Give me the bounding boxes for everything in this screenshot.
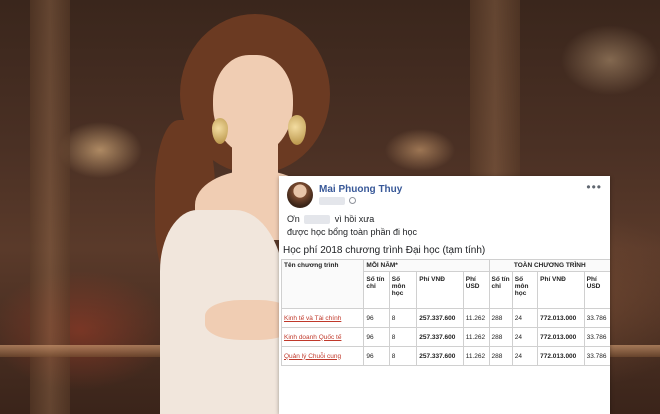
post-text-line-2: được học bổng toàn phần đi học: [287, 227, 418, 237]
avatar[interactable]: [287, 182, 313, 208]
subheader-cell: Phí USD: [462, 271, 490, 309]
blurred-timestamp: [319, 196, 345, 205]
more-options-icon[interactable]: •••: [586, 180, 602, 194]
post-text-line-1: Ơn vì hồi xưa: [287, 214, 375, 225]
table-cell: 288: [488, 308, 513, 328]
table-cell: 96: [363, 308, 390, 328]
table-cell: 8: [388, 308, 418, 328]
tuition-table: Tên chương trình MỖI NĂM* TOÀN CHƯƠNG TR…: [280, 259, 610, 366]
subheader-cell: Phí USD: [583, 271, 610, 309]
header-per-year: MỖI NĂM*: [363, 259, 490, 272]
post-text-segment: vì hồi xưa: [334, 214, 375, 224]
table-cell: 772.013.000: [537, 346, 585, 366]
subheader-cell: Số môn học: [388, 271, 418, 309]
table-row: Kinh doanh Quốc tế 96 8 257.337.600 11.2…: [280, 327, 610, 347]
globe-icon: [349, 197, 356, 204]
program-link[interactable]: Kinh doanh Quốc tế: [280, 327, 365, 347]
subheader-cell: Phí VNĐ: [416, 271, 464, 309]
table-cell: 772.013.000: [537, 308, 585, 328]
table-row: Kinh tế và Tài chính 96 8 257.337.600 11…: [280, 308, 610, 328]
subheader-cell: Số tín chỉ: [363, 271, 390, 309]
table-cell: 8: [388, 327, 418, 347]
table-cell: 257.337.600: [416, 327, 464, 347]
table-cell: 11.262: [462, 346, 490, 366]
table-cell: 24: [511, 308, 539, 328]
table-cell: 33.786: [583, 327, 610, 347]
table-cell: 288: [488, 346, 513, 366]
program-link[interactable]: Quản lý Chuỗi cung: [280, 346, 365, 366]
table-cell: 257.337.600: [416, 308, 464, 328]
subheader-cell: Phí VNĐ: [537, 271, 585, 309]
subheader-cell: Số môn học: [511, 271, 539, 309]
facebook-post-card: Mai Phuong Thuy ••• Ơn vì hồi xưa được h…: [279, 176, 610, 414]
table-cell: 257.337.600: [416, 346, 464, 366]
program-link[interactable]: Kinh tế và Tài chính: [280, 308, 365, 328]
subheader-cell: Số tín chỉ: [488, 271, 513, 309]
table-cell: 8: [388, 346, 418, 366]
header-total: TOÀN CHƯƠNG TRÌNH: [488, 259, 610, 272]
table-cell: 96: [363, 346, 390, 366]
table-header-row: Tên chương trình MỖI NĂM* TOÀN CHƯƠNG TR…: [280, 259, 610, 309]
table-cell: 96: [363, 327, 390, 347]
table-cell: 11.262: [462, 327, 490, 347]
table-title: Học phí 2018 chương trình Đại học (tạm t…: [283, 245, 486, 256]
table-cell: 24: [511, 327, 539, 347]
table-row: Quản lý Chuỗi cung 96 8 257.337.600 11.2…: [280, 346, 610, 366]
post-author-name[interactable]: Mai Phuong Thuy: [319, 184, 402, 195]
post-meta: [319, 196, 356, 205]
table-cell: 33.786: [583, 308, 610, 328]
table-cell: 24: [511, 346, 539, 366]
blurred-name: [304, 215, 331, 225]
table-cell: 11.262: [462, 308, 490, 328]
post-text-segment: Ơn: [287, 214, 300, 224]
table-cell: 288: [488, 327, 513, 347]
header-program: Tên chương trình: [280, 259, 365, 309]
table-cell: 772.013.000: [537, 327, 585, 347]
table-cell: 33.786: [583, 346, 610, 366]
